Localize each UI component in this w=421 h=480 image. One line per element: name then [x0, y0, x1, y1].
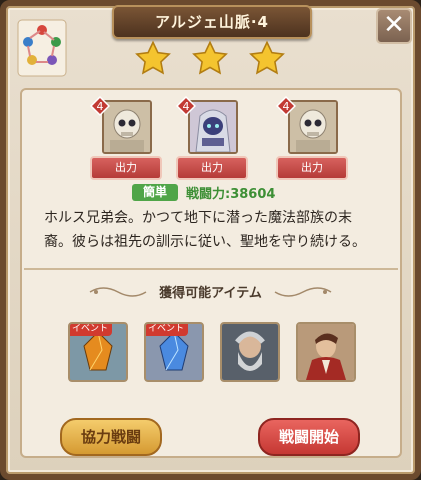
reward-item[interactable]: イベント: [144, 322, 204, 382]
element-wheel-icon: [14, 16, 70, 80]
enemy-output-button[interactable]: 出力: [90, 156, 162, 180]
star-rating: [134, 40, 286, 80]
start-battle-button[interactable]: 戦闘開始: [258, 418, 360, 456]
rewards-header: 獲得可能アイテム: [0, 282, 421, 301]
reward-item[interactable]: [220, 322, 280, 382]
old-bearded-hero-portrait: [222, 324, 278, 380]
battle-power: 戦闘力:38604: [186, 187, 276, 202]
svg-text:4: 4: [183, 100, 190, 113]
close-x-icon: ✕: [383, 10, 405, 40]
event-tag: イベント: [70, 324, 113, 336]
description-line: 裔。彼らは祖先の訓示に従い、聖地を守り続ける。: [44, 234, 366, 250]
level-badge-icon: 4: [90, 96, 110, 116]
event-tag: イベント: [146, 324, 189, 336]
red-coat-hero-portrait: [298, 324, 354, 380]
stage-title: アルジェ山脈·4: [112, 5, 312, 39]
star-icon: [249, 40, 285, 75]
level-badge-icon: 4: [276, 96, 296, 116]
reward-item[interactable]: イベント: [68, 322, 128, 382]
enemy-output-button[interactable]: 出力: [176, 156, 248, 180]
flourish-right-icon: [274, 287, 332, 297]
close-button[interactable]: ✕: [376, 8, 412, 44]
difficulty-badge: 簡単: [132, 184, 178, 201]
level-badge-icon: 4: [176, 96, 196, 116]
enemy-output-button[interactable]: 出力: [276, 156, 348, 180]
svg-text:4: 4: [283, 100, 290, 113]
rewards-title: 獲得可能アイテム: [159, 286, 262, 301]
stage-description: ホルス兄弟会。かつて地下に潜った魔法部族の末 裔。彼らは祖先の訓示に従い、聖地を…: [44, 206, 384, 254]
reward-item[interactable]: [296, 322, 356, 382]
star-icon: [135, 40, 171, 75]
svg-text:4: 4: [97, 100, 104, 113]
star-icon: [192, 40, 228, 75]
coop-battle-button[interactable]: 協力戦闘: [60, 418, 162, 456]
description-line: ホルス兄弟会。かつて地下に潜った魔法部族の末: [44, 210, 352, 226]
divider: [24, 268, 398, 270]
